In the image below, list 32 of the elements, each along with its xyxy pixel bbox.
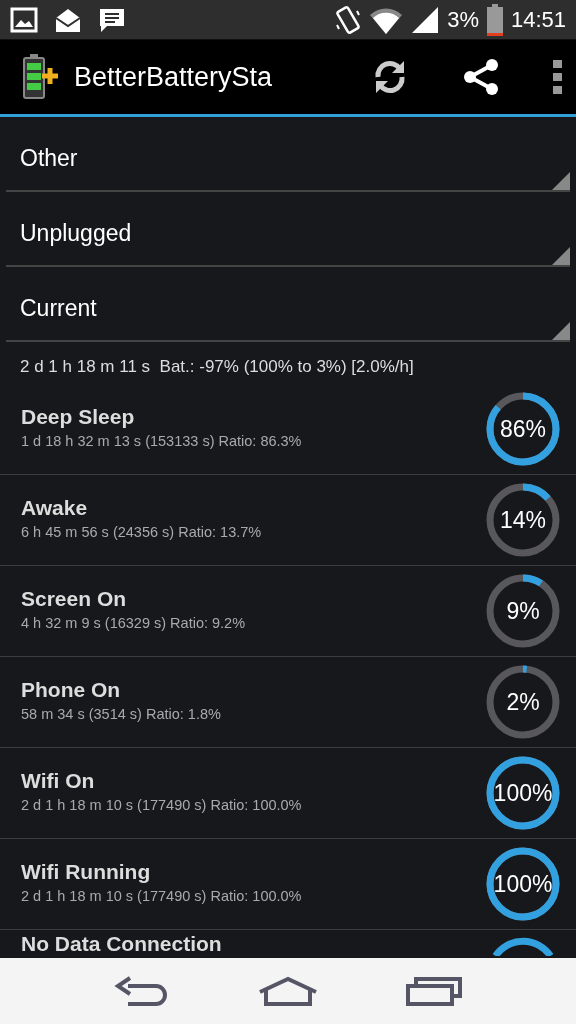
item-detail: 2 d 1 h 18 m 10 s (177490 s) Ratio: 100.0% <box>21 795 303 815</box>
summary-text: 2 d 1 h 18 m 11 s Bat.: -97% (100% to 3%) [2.0%/h] <box>19 356 415 378</box>
dropdown[interactable]: Other <box>6 117 570 192</box>
item-title: Wifi On <box>21 768 96 792</box>
percent-label: 9% <box>506 596 540 626</box>
item-detail: 6 h 45 m 56 s (24356 s) Ratio: 13.7% <box>21 522 263 542</box>
item-title: Awake <box>21 495 89 519</box>
percent-label: 86% <box>500 414 546 444</box>
percent-label: 14% <box>500 505 546 535</box>
item-title: Wifi Running <box>21 859 152 883</box>
clock: 14:51 <box>510 6 566 34</box>
item-title: Screen On <box>21 586 128 610</box>
percent-label: 100% <box>493 778 553 808</box>
list-item[interactable]: Phone On 58 m 34 s (3514 s) Ratio: 1.8% 2% <box>0 656 576 748</box>
percent-label: 2% <box>506 687 540 717</box>
dropdown[interactable]: Current <box>6 267 570 342</box>
list-item[interactable]: Deep Sleep 1 d 18 h 32 m 13 s (153133 s) Ratio: 86.3% 86% <box>0 383 576 475</box>
list-item[interactable]: Screen On 4 h 32 m 9 s (16329 s) Ratio: 9.2% 9% <box>0 565 576 657</box>
item-detail: 1 d 18 h 32 m 13 s (153133 s) Ratio: 86.3% <box>21 431 303 451</box>
item-detail: 2 d 1 h 18 m 10 s (177490 s) Ratio: 100.0% <box>21 886 303 906</box>
app-title: BetterBatterySta <box>74 60 274 94</box>
battery-percent: 3% <box>447 6 479 34</box>
item-detail: 4 h 32 m 9 s (16329 s) Ratio: 9.2% <box>21 613 247 633</box>
dropdown[interactable]: Unplugged <box>6 192 570 267</box>
item-title: Deep Sleep <box>21 404 136 428</box>
item-title: Phone On <box>21 677 122 701</box>
list-item[interactable]: Awake 6 h 45 m 56 s (24356 s) Ratio: 13.7% 14% <box>0 474 576 566</box>
list-item[interactable]: Wifi Running 2 d 1 h 18 m 10 s (177490 s) Ratio: 100.0% 100% <box>0 838 576 930</box>
item-detail: 58 m 34 s (3514 s) Ratio: 1.8% <box>21 704 222 724</box>
list-item[interactable]: Wifi On 2 d 1 h 18 m 10 s (177490 s) Ratio: 100.0% 100% <box>0 747 576 839</box>
percent-label: 100% <box>493 869 553 899</box>
item-title: No Data Connection <box>21 931 223 955</box>
